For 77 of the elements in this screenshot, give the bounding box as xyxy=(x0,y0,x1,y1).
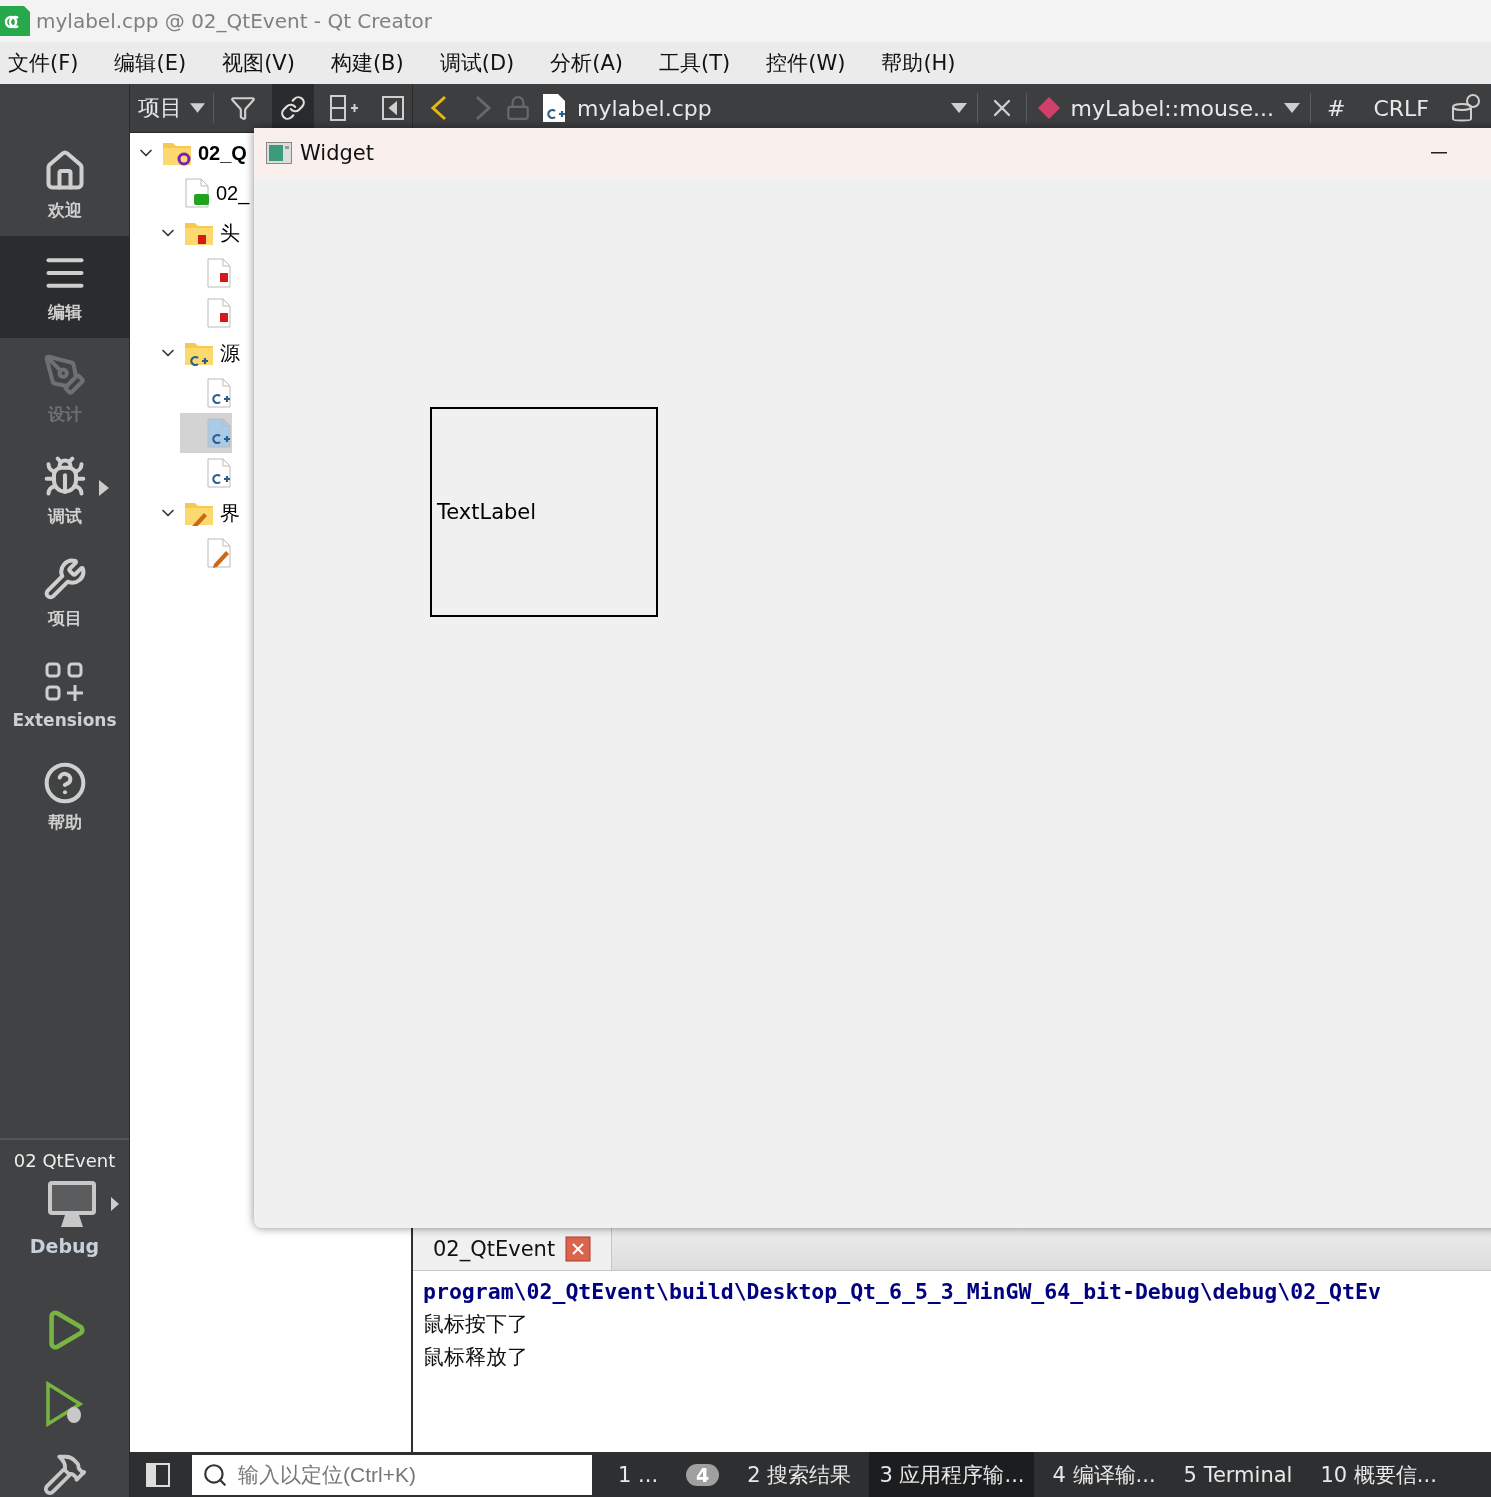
symbol-selector[interactable]: myLabel::mouse... xyxy=(1070,95,1274,121)
triangle-right-icon[interactable] xyxy=(99,480,109,496)
window-title: mylabel.cpp @ 02_QtEvent - Qt Creator xyxy=(36,9,432,33)
mode-button[interactable]: 帮助 xyxy=(0,746,129,848)
menu-item[interactable]: 文件(F) xyxy=(8,49,91,77)
output-line: 鼠标按下了 xyxy=(423,1311,529,1338)
file-icon xyxy=(206,458,232,488)
menu-item[interactable]: 分析(A) xyxy=(550,49,635,77)
tree-item[interactable]: 02_ xyxy=(216,181,250,205)
file-icon xyxy=(206,538,232,568)
search-icon xyxy=(202,1461,228,1488)
mode-button[interactable]: 编辑 xyxy=(0,236,129,338)
output-pane-button[interactable]: 4 编译输... xyxy=(1042,1452,1166,1497)
triangle-right-icon[interactable] xyxy=(110,1197,119,1211)
project-name: 02 QtEvent xyxy=(13,1150,116,1171)
dropdown-arrow-icon[interactable] xyxy=(950,103,967,113)
folder-icon xyxy=(162,140,192,166)
bug-icon xyxy=(42,454,87,499)
window-icon xyxy=(266,142,292,164)
dropdown-arrow-icon[interactable] xyxy=(190,103,206,113)
minimize-icon[interactable] xyxy=(1431,152,1447,154)
hash-button[interactable]: # xyxy=(1327,95,1346,121)
file-selector[interactable]: mylabel.cpp xyxy=(577,95,712,121)
database-icon[interactable] xyxy=(1451,93,1481,123)
menu-item[interactable]: 调试(D) xyxy=(439,49,527,77)
count-badge: 4 xyxy=(686,1463,720,1486)
output-tab[interactable]: 02_QtEvent xyxy=(413,1228,613,1270)
file-icon xyxy=(206,378,232,408)
output-pane-button[interactable]: 3 应用程序输... xyxy=(869,1452,1035,1497)
menu-item[interactable]: 帮助(H) xyxy=(881,49,968,77)
locator-field[interactable]: 输入以定位(Ctrl+K) xyxy=(192,1454,592,1495)
menu-item[interactable]: 编辑(E) xyxy=(114,49,199,77)
file-icon xyxy=(206,418,232,448)
mode-button[interactable]: Extensions xyxy=(0,644,129,746)
tree-item[interactable]: 02_Q xyxy=(198,141,247,165)
menu-item[interactable]: 控件(W) xyxy=(766,49,858,77)
folder-icon xyxy=(184,340,214,366)
output-line: program\02_QtEvent\build\Desktop_Qt_6_5_3_MinGW_64_bit-Debug\debug\02_QtEv xyxy=(423,1278,1382,1306)
view-selector[interactable]: 项目 xyxy=(138,93,182,123)
file-icon xyxy=(541,93,567,123)
text-label: TextLabel xyxy=(430,407,658,617)
folder-icon xyxy=(184,500,214,526)
file-icon xyxy=(184,178,210,208)
output-pane-button[interactable]: 5 Terminal xyxy=(1173,1452,1303,1497)
dropdown-arrow-icon[interactable] xyxy=(1284,103,1300,113)
help-icon xyxy=(42,760,87,805)
menu-item[interactable]: 工具(T) xyxy=(659,49,743,77)
tree-item[interactable]: 源 xyxy=(220,339,240,367)
mode-button[interactable]: 欢迎 xyxy=(0,134,129,236)
close-icon[interactable] xyxy=(565,1236,592,1262)
mode-button[interactable]: 调试 xyxy=(0,440,129,542)
line-ending[interactable]: CRLF xyxy=(1373,95,1429,121)
menu-item[interactable]: 视图(V) xyxy=(222,49,307,77)
close-sidebar-icon[interactable] xyxy=(382,96,404,120)
filter-icon[interactable] xyxy=(230,95,256,121)
diamond-icon xyxy=(1036,96,1061,120)
output-line: 鼠标释放了 xyxy=(423,1344,529,1371)
file-icon xyxy=(206,298,232,328)
pen-icon xyxy=(42,352,87,397)
tree-item[interactable]: 头 xyxy=(220,219,240,247)
mode-button[interactable]: 项目 xyxy=(0,542,129,644)
output-pane-button[interactable]: 1 ... 4 xyxy=(608,1452,730,1497)
split-icon[interactable] xyxy=(330,95,358,121)
selected-tree-item[interactable] xyxy=(180,413,232,453)
monitor-icon[interactable] xyxy=(46,1179,97,1229)
locator-input[interactable]: 输入以定位(Ctrl+K) xyxy=(236,1461,592,1488)
file-icon xyxy=(206,258,232,288)
folder-icon xyxy=(184,220,214,246)
output-pane-button[interactable]: 2 搜索结果 xyxy=(737,1452,862,1497)
tree-item[interactable]: 界 xyxy=(220,499,240,527)
sidebar-toggle-icon[interactable] xyxy=(146,1462,170,1487)
output-pane-button[interactable]: 10 概要信... xyxy=(1310,1452,1447,1497)
wrench-icon xyxy=(42,556,87,601)
menu-item[interactable]: 构建(B) xyxy=(330,49,416,77)
build-config: Debug xyxy=(29,1235,100,1257)
link-icon[interactable] xyxy=(280,95,306,121)
window-title: Widget xyxy=(300,141,374,165)
